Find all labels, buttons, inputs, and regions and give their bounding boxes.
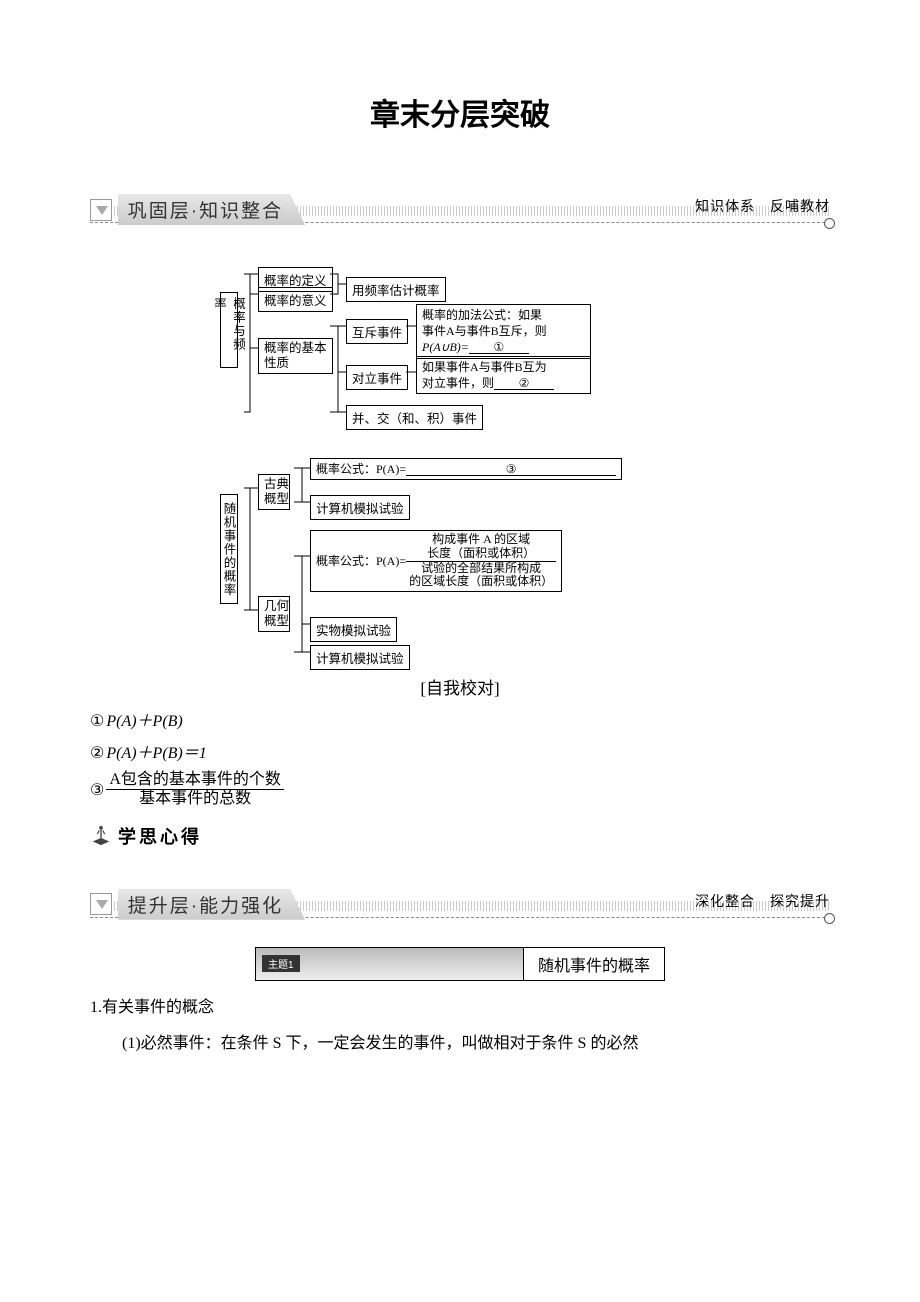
topic-badge: 主题1 [262,955,300,972]
topic-left: 主题1 [256,948,523,980]
blank-3: ③ [406,461,616,476]
section-enhance: 提升层·能力强化 深化整合 探究提升 [90,889,830,927]
box-mutex: 互斥事件 [346,319,408,344]
section-tab-label: 提升层·能力强化 [118,889,305,920]
page-title: 章末分层突破 [90,90,830,134]
answers: ①P(A)＋P(B) ②P(A)＋P(B)＝1 ③ A包含的基本事件的个数 基本… [90,707,830,809]
box-classical: 古典概型 [258,474,290,510]
vlabel-random: 随机事件的概率 [220,494,238,604]
diagram-prob-freq: 概率与频率 概率的定义 概率的意义 概率的基本 性质 用频率估计概率 互斥事件 … [220,262,700,432]
section-tab: 提升层·能力强化 [90,889,305,920]
blank-2: ② [494,375,554,390]
box-geometric-formula: 概率公式：P(A)= 构成事件 A 的区域长度（面积或体积） 试验的全部结果所构… [310,530,562,592]
box-freq-est: 用频率估计概率 [346,277,446,302]
paragraph-necessary-event: (1)必然事件：在条件 S 下，一定会发生的事件，叫做相对于条件 S 的必然 [90,1029,830,1059]
down-arrow-icon [90,893,112,915]
topic-title: 随机事件的概率 [523,948,664,980]
section-right-label: 知识体系 反哺教材 [695,196,830,216]
book-icon [90,825,112,847]
box-classical-formula: 概率公式：P(A)=③ [310,458,622,480]
box-opposite-detail: 如果事件A与事件B互为 对立事件，则② [416,356,591,394]
box-mutex-detail: 概率的加法公式：如果 事件A与事件B互斥，则 P(A∪B)=① [416,304,591,359]
box-prob-basic: 概率的基本 性质 [258,338,333,374]
box-opposite: 对立事件 [346,365,408,390]
box-geometric: 几何概型 [258,596,290,632]
section-consolidate: 巩固层·知识整合 知识体系 反哺教材 [90,194,830,232]
section-tab-label: 巩固层·知识整合 [118,194,305,225]
box-prob-meaning: 概率的意义 [258,287,333,312]
down-arrow-icon [90,199,112,221]
answer-1: P(A)＋P(B) [106,713,182,730]
topic-box: 主题1 随机事件的概率 [255,947,665,981]
heading-concepts: 1.有关事件的概念 [90,993,830,1023]
study-reflection: 学思心得 [90,823,830,849]
self-check-label: [自我校对] [90,674,830,699]
box-geo-sim-computer: 计算机模拟试验 [310,645,410,670]
vlabel-prob-freq: 概率与频率 [220,292,238,368]
blank-1: ① [469,339,529,354]
answer-3: A包含的基本事件的个数 基本事件的总数 [106,771,284,809]
study-reflection-label: 学思心得 [118,823,202,849]
diagram-random-prob: 随机事件的概率 古典概型 概率公式：P(A)=③ 计算机模拟试验 几何概型 概率… [220,452,700,662]
section-right-label: 深化整合 探究提升 [695,891,830,911]
box-classical-sim: 计算机模拟试验 [310,495,410,520]
box-geo-sim-physical: 实物模拟试验 [310,617,397,642]
section-tab: 巩固层·知识整合 [90,194,305,225]
answer-2: P(A)＋P(B)＝1 [106,745,206,762]
box-union-inter: 并、交（和、积）事件 [346,405,483,430]
